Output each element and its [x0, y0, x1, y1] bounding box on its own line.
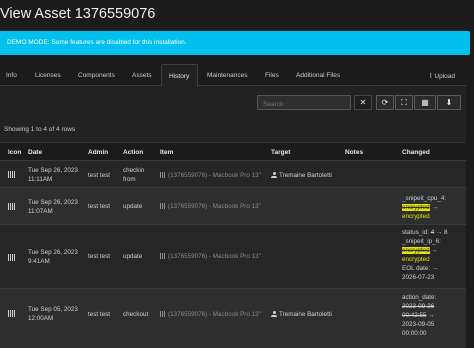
table-row: Tue Sep 05, 2023 12:00AM test test checko… — [0, 288, 466, 348]
asset-tabs: Info Licenses Components Assets History … — [0, 64, 466, 86]
row-changed: action_date: 2023-09-26 00:42:55 → 2023-… — [402, 294, 437, 337]
tab-upload-label: Upload — [434, 73, 456, 80]
barcode-icon — [160, 311, 166, 317]
row-date: Tue Sep 26, 2023 11:11AM — [28, 167, 78, 183]
row-admin[interactable]: test test — [88, 252, 110, 261]
pagination-info: Showing 1 to 4 of 4 rows — [4, 126, 76, 133]
header-changed[interactable]: Changed — [402, 149, 430, 156]
search-input[interactable] — [257, 95, 351, 110]
tab-history[interactable]: History — [161, 64, 198, 86]
header-action[interactable]: Action — [123, 149, 143, 156]
barcode-icon — [8, 310, 16, 317]
table-header: Icon Date Admin Action Item Target Notes… — [0, 142, 466, 160]
row-item[interactable]: (1376559076) - Macbook Pro 13" — [160, 171, 261, 180]
barcode-icon — [160, 203, 166, 209]
barcode-icon — [8, 254, 16, 261]
barcode-icon — [8, 203, 16, 210]
tab-components[interactable]: Components — [78, 64, 115, 86]
row-date: Tue Sep 05, 2023 12:00AM — [28, 306, 78, 322]
barcode-icon — [160, 253, 166, 259]
row-changed: _snipeit_cpu_4: encrypted → encrypted — [402, 195, 447, 220]
close-icon: ✕ — [359, 98, 367, 107]
row-action: update — [123, 253, 143, 260]
row-action: checkin from — [123, 167, 145, 183]
paperclip-icon: ⌇ — [429, 73, 433, 80]
row-target[interactable]: Tremaine Bartoletti — [271, 310, 332, 319]
tab-assets[interactable]: Assets — [132, 64, 152, 86]
clear-search-button[interactable]: ✕ — [354, 95, 372, 110]
row-item[interactable]: (1376559076) - Macbook Pro 13" — [160, 252, 261, 261]
table-row: Tue Sep 26, 2023 11:11AM test test checki… — [0, 160, 466, 187]
fullscreen-icon: ⛶ — [401, 98, 407, 107]
header-date[interactable]: Date — [28, 149, 42, 156]
header-item[interactable]: Item — [160, 149, 173, 156]
row-action: checkout — [123, 311, 149, 318]
refresh-button[interactable]: ⟳ — [376, 95, 394, 110]
row-changed: status_id: 4 → 8 _snipeit_ip_6: encrypte… — [402, 229, 448, 281]
tab-files[interactable]: Files — [265, 64, 279, 86]
row-target[interactable]: Tremaine Bartoletti — [271, 171, 332, 180]
user-icon — [271, 311, 277, 317]
tab-info[interactable]: Info — [6, 64, 17, 86]
refresh-icon: ⟳ — [381, 98, 389, 107]
row-date: Tue Sep 26, 2023 11:07AM — [28, 199, 78, 215]
page-title: View Asset 1376559076 — [0, 6, 156, 22]
header-icon[interactable]: Icon — [8, 149, 21, 156]
tab-licenses[interactable]: Licenses — [35, 64, 61, 86]
tab-additional-files[interactable]: Additional Files — [296, 64, 340, 86]
header-notes[interactable]: Notes — [345, 149, 363, 156]
fullscreen-button[interactable]: ⛶ — [395, 95, 413, 110]
row-item[interactable]: (1376559076) - Macbook Pro 13" — [160, 310, 261, 319]
table-row: Tue Sep 26, 2023 11:07AM test test update… — [0, 187, 466, 224]
tab-maintenances[interactable]: Maintenances — [207, 64, 247, 86]
export-button[interactable]: ⬇ — [437, 95, 461, 110]
columns-icon: ▦ — [421, 98, 429, 107]
barcode-icon — [160, 172, 166, 178]
table-row: Tue Sep 26, 2023 9:41AM test test update … — [0, 224, 466, 288]
row-admin[interactable]: test test — [88, 310, 110, 319]
header-admin[interactable]: Admin — [88, 149, 108, 156]
tab-upload[interactable]: ⌇ Upload — [429, 64, 455, 86]
row-date: Tue Sep 26, 2023 9:41AM — [28, 249, 78, 265]
row-item[interactable]: (1376559076) - Macbook Pro 13" — [160, 202, 261, 211]
row-admin[interactable]: test test — [88, 202, 110, 211]
row-action: update — [123, 203, 143, 210]
columns-button[interactable]: ▦ — [414, 95, 436, 110]
header-target[interactable]: Target — [271, 149, 290, 156]
barcode-icon — [8, 171, 16, 178]
row-admin[interactable]: test test — [88, 171, 110, 180]
demo-mode-alert: DEMO MODE: Some features are disabled fo… — [0, 31, 470, 55]
user-icon — [271, 172, 277, 178]
download-icon: ⬇ — [445, 98, 453, 107]
